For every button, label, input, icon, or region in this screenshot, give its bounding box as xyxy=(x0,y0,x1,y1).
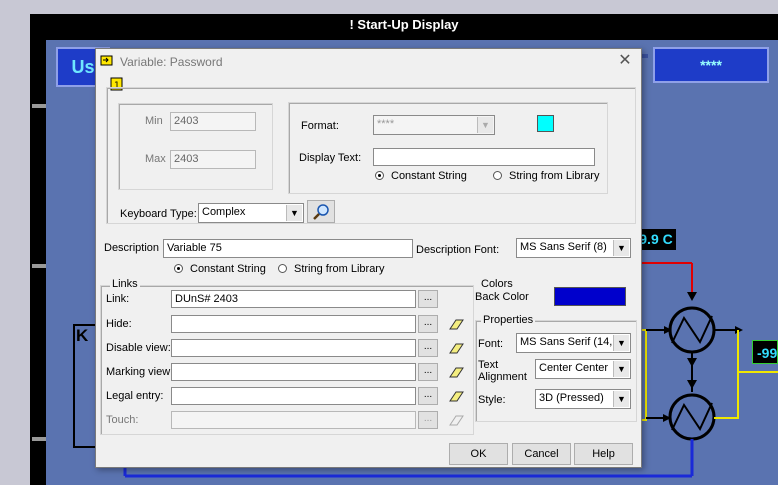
style-value: 3D (Pressed) xyxy=(539,392,604,404)
description-font-select[interactable]: MS Sans Serif (8) ▼ xyxy=(516,238,631,258)
style-label: Style: xyxy=(478,394,506,406)
description-label: Description : xyxy=(104,242,166,254)
eraser-icon[interactable] xyxy=(447,389,464,402)
touch-browse-button: ... xyxy=(418,411,438,429)
format-select-value: **** xyxy=(377,118,395,130)
max-field[interactable]: 2403 xyxy=(170,150,256,169)
display-library-label: String from Library xyxy=(509,170,600,182)
variable-dialog: Variable: Password ✕ 1 Min 2403 Max 2403… xyxy=(95,48,642,468)
marking-view-field[interactable] xyxy=(171,363,416,381)
properties-header: Properties xyxy=(481,314,536,326)
yellow-line xyxy=(714,330,739,419)
eraser-icon[interactable] xyxy=(447,341,464,354)
search-icon xyxy=(313,204,329,220)
description-field[interactable]: Variable 75 xyxy=(163,239,413,258)
chevron-down-icon: ▼ xyxy=(477,117,493,133)
max-label: Max xyxy=(145,153,166,165)
chevron-down-icon: ▼ xyxy=(613,361,629,377)
eraser-icon[interactable] xyxy=(447,365,464,378)
desc-constant-radio[interactable] xyxy=(174,264,183,273)
format-select[interactable]: **** ▼ xyxy=(373,115,495,135)
desc-constant-label: Constant String xyxy=(190,263,266,275)
display-text-field[interactable] xyxy=(373,148,595,166)
back-color-label: Back Color xyxy=(475,291,529,303)
touch-label: Touch: xyxy=(106,414,139,426)
font-label: Font: xyxy=(478,338,504,350)
desc-library-label: String from Library xyxy=(294,263,385,275)
colors-header: Colors xyxy=(481,278,513,290)
text-alignment-select[interactable]: Center Center ▼ xyxy=(535,359,631,379)
close-icon[interactable]: ✕ xyxy=(614,51,636,71)
cancel-button[interactable]: Cancel xyxy=(512,443,571,465)
display-constant-radio[interactable] xyxy=(375,171,384,180)
link-label: Link: xyxy=(106,293,130,305)
min-label: Min xyxy=(145,115,163,127)
keyboard-type-select[interactable]: Complex ▼ xyxy=(198,203,304,223)
display-constant-label: Constant String xyxy=(391,170,467,182)
dialog-title: Variable: Password xyxy=(120,55,223,69)
display-library-radio[interactable] xyxy=(493,171,502,180)
chevron-down-icon: ▼ xyxy=(286,205,302,221)
text-alignment-value: Center Center xyxy=(539,362,609,374)
font-select[interactable]: MS Sans Serif (14,E ▼ xyxy=(516,333,631,353)
style-select[interactable]: 3D (Pressed) ▼ xyxy=(535,389,631,409)
keyboard-type-label: Keyboard Type: xyxy=(120,208,197,220)
min-field[interactable]: 2403 xyxy=(170,112,256,131)
arrow-down-icon xyxy=(687,292,697,301)
font-value: MS Sans Serif (14,E xyxy=(520,336,620,348)
eraser-icon xyxy=(449,415,464,426)
disable-view-label: Disable view: xyxy=(106,342,171,354)
text-alignment-label-2: Alignment xyxy=(478,371,527,383)
display-text-label: Display Text: xyxy=(299,152,362,164)
back-color-swatch[interactable] xyxy=(554,287,626,306)
marking-view-browse-button[interactable]: ... xyxy=(418,363,438,381)
format-color-swatch[interactable] xyxy=(537,115,554,132)
disable-view-browse-button[interactable]: ... xyxy=(418,339,438,357)
keyboard-search-button[interactable] xyxy=(307,200,335,223)
desc-library-radio[interactable] xyxy=(278,264,287,273)
format-label: Format: xyxy=(301,120,339,132)
eraser-icon[interactable] xyxy=(447,317,464,330)
description-font-label: Description Font: xyxy=(416,244,500,256)
keyboard-type-value: Complex xyxy=(202,206,246,218)
touch-field xyxy=(171,411,416,429)
arrow-down-icon xyxy=(687,380,697,389)
legal-entry-browse-button[interactable]: ... xyxy=(418,387,438,405)
ok-button[interactable]: OK xyxy=(449,443,508,465)
hide-browse-button[interactable]: ... xyxy=(418,315,438,333)
link-field[interactable]: DUnS# 2403 xyxy=(171,290,416,308)
marking-view-label: Marking view: xyxy=(106,366,174,378)
hmi-right-readout: -99 xyxy=(752,340,778,364)
help-button[interactable]: Help xyxy=(574,443,633,465)
legal-entry-label: Legal entry: xyxy=(106,390,164,402)
chevron-down-icon: ▼ xyxy=(613,335,629,351)
chevron-down-icon: ▼ xyxy=(613,391,629,407)
link-browse-button[interactable]: ... xyxy=(418,290,438,308)
chevron-down-icon: ▼ xyxy=(613,240,629,256)
arrow-down-icon xyxy=(687,358,697,367)
hide-field[interactable] xyxy=(171,315,416,333)
disable-view-field[interactable] xyxy=(171,339,416,357)
hmi-temp-readout: 9.9 C xyxy=(636,229,676,250)
text-alignment-label-1: Text xyxy=(478,359,499,371)
legal-entry-field[interactable] xyxy=(171,387,416,405)
hide-label: Hide: xyxy=(106,318,132,330)
app-icon xyxy=(100,55,113,66)
links-header: Links xyxy=(110,278,140,290)
description-font-value: MS Sans Serif (8) xyxy=(520,241,607,253)
